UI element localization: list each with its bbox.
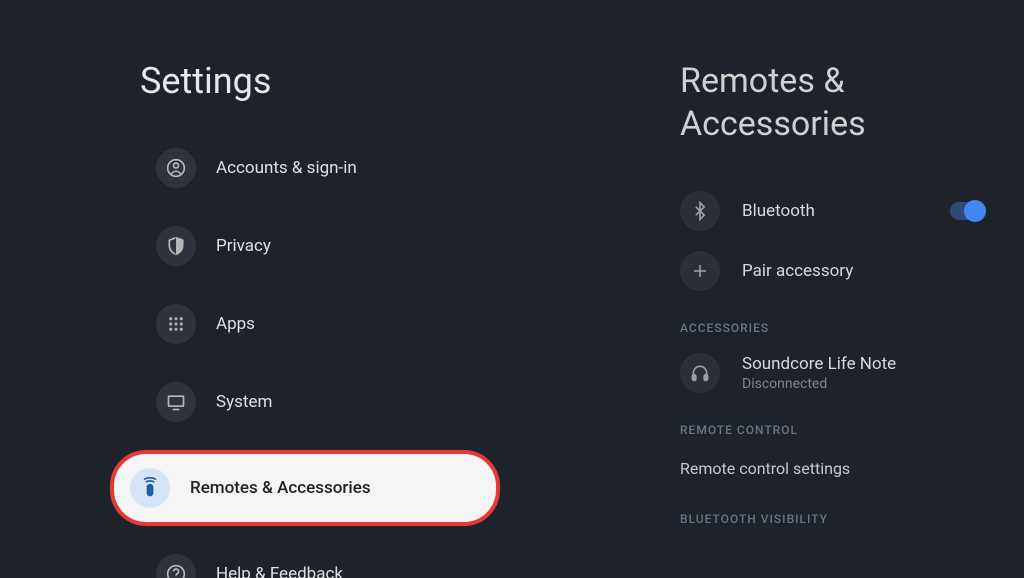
bluetooth-visibility-header: BLUETOOTH VISIBILITY xyxy=(680,512,984,526)
accessory-name: Soundcore Life Note xyxy=(742,354,896,374)
menu-label: Help & Feedback xyxy=(216,564,343,578)
menu-label: Apps xyxy=(216,314,255,334)
left-pane: Settings Accounts & sign-in Privacy Apps xyxy=(0,0,600,578)
shield-icon xyxy=(156,226,196,266)
remote-icon xyxy=(130,468,170,508)
bluetooth-toggle[interactable] xyxy=(950,202,984,220)
menu-item-apps[interactable]: Apps xyxy=(140,294,600,354)
menu-label: Accounts & sign-in xyxy=(216,158,357,178)
plus-icon xyxy=(680,251,720,291)
menu-item-privacy[interactable]: Privacy xyxy=(140,216,600,276)
settings-title: Settings xyxy=(140,60,600,102)
headphones-icon xyxy=(680,353,720,393)
settings-menu: Accounts & sign-in Privacy Apps System xyxy=(140,138,600,578)
bluetooth-row[interactable]: Bluetooth xyxy=(680,181,984,241)
accessory-row[interactable]: Soundcore Life Note Disconnected xyxy=(680,343,984,403)
menu-label: System xyxy=(216,392,272,412)
account-icon xyxy=(156,148,196,188)
bluetooth-label: Bluetooth xyxy=(742,201,815,221)
help-icon xyxy=(156,554,196,578)
accessory-status: Disconnected xyxy=(742,376,896,392)
settings-screen: Settings Accounts & sign-in Privacy Apps xyxy=(0,0,1024,578)
menu-item-system[interactable]: System xyxy=(140,372,600,432)
right-pane-title: Remotes & Accessories xyxy=(680,60,984,145)
apps-icon xyxy=(156,304,196,344)
menu-label: Remotes & Accessories xyxy=(190,478,371,498)
monitor-icon xyxy=(156,382,196,422)
menu-item-remotes-accessories[interactable]: Remotes & Accessories xyxy=(110,450,500,526)
menu-item-accounts[interactable]: Accounts & sign-in xyxy=(140,138,600,198)
right-pane: Remotes & Accessories Bluetooth Pair acc… xyxy=(600,0,1024,578)
remote-control-header: REMOTE CONTROL xyxy=(680,423,984,437)
pair-accessory-row[interactable]: Pair accessory xyxy=(680,241,984,301)
remote-control-settings-row[interactable]: Remote control settings xyxy=(680,445,984,492)
accessories-header: ACCESSORIES xyxy=(680,321,984,335)
menu-item-help[interactable]: Help & Feedback xyxy=(140,544,600,578)
bluetooth-icon xyxy=(680,191,720,231)
menu-label: Privacy xyxy=(216,236,271,256)
pair-accessory-label: Pair accessory xyxy=(742,261,853,281)
